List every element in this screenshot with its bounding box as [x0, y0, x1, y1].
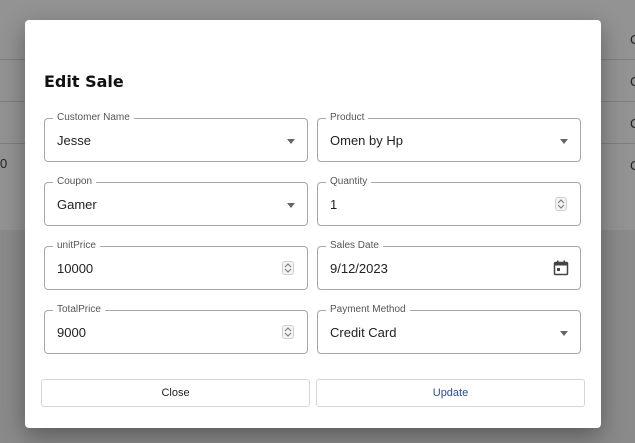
total-price-value: 9000 — [57, 325, 86, 340]
sales-date-input[interactable]: Sales Date 9/12/2023 — [317, 239, 581, 290]
unit-price-label: unitPrice — [53, 239, 100, 253]
edit-sale-dialog: Edit Sale Customer Name Jesse Product Om… — [25, 20, 601, 428]
table-cell-top: ──── ── ──────── ──── ───── ──── — [120, 0, 382, 6]
coupon-select[interactable]: Coupon Gamer — [44, 175, 308, 226]
chevron-down-icon[interactable] — [287, 139, 295, 144]
calendar-icon[interactable] — [553, 260, 569, 281]
customer-name-value: Jesse — [57, 133, 91, 148]
total-price-label: TotalPrice — [53, 303, 105, 317]
number-spinner-icon[interactable] — [555, 197, 567, 211]
chevron-down-icon[interactable] — [287, 203, 295, 208]
table-cell-right: C — [630, 32, 635, 47]
product-select[interactable]: Product Omen by Hp — [317, 111, 581, 162]
customer-name-select[interactable]: Customer Name Jesse — [44, 111, 308, 162]
sales-date-label: Sales Date — [326, 239, 383, 253]
close-button[interactable]: Close — [41, 379, 310, 407]
payment-method-label: Payment Method — [326, 303, 410, 317]
table-cell-right: C — [630, 74, 635, 89]
unit-price-value: 10000 — [57, 261, 94, 276]
chevron-down-icon[interactable] — [560, 331, 568, 336]
coupon-value: Gamer — [57, 197, 97, 212]
product-value: Omen by Hp — [330, 133, 403, 148]
table-cell-right: C — [630, 158, 635, 173]
chevron-down-icon[interactable] — [560, 139, 568, 144]
quantity-label: Quantity — [326, 175, 372, 189]
quantity-input[interactable]: Quantity 1 — [317, 175, 581, 226]
sales-date-value: 9/12/2023 — [330, 261, 388, 276]
coupon-label: Coupon — [53, 175, 97, 189]
customer-name-label: Customer Name — [53, 111, 134, 125]
dialog-title: Edit Sale — [44, 72, 124, 91]
table-cell-left: 0 — [0, 156, 8, 171]
number-spinner-icon[interactable] — [282, 325, 294, 339]
number-spinner-icon[interactable] — [282, 261, 294, 275]
table-cell-right: C — [630, 116, 635, 131]
total-price-input[interactable]: TotalPrice 9000 — [44, 303, 308, 354]
payment-method-value: Credit Card — [330, 325, 397, 340]
payment-method-select[interactable]: Payment Method Credit Card — [317, 303, 581, 354]
update-button[interactable]: Update — [316, 379, 585, 407]
unit-price-input[interactable]: unitPrice 10000 — [44, 239, 308, 290]
product-label: Product — [326, 111, 369, 125]
quantity-value: 1 — [330, 197, 338, 212]
